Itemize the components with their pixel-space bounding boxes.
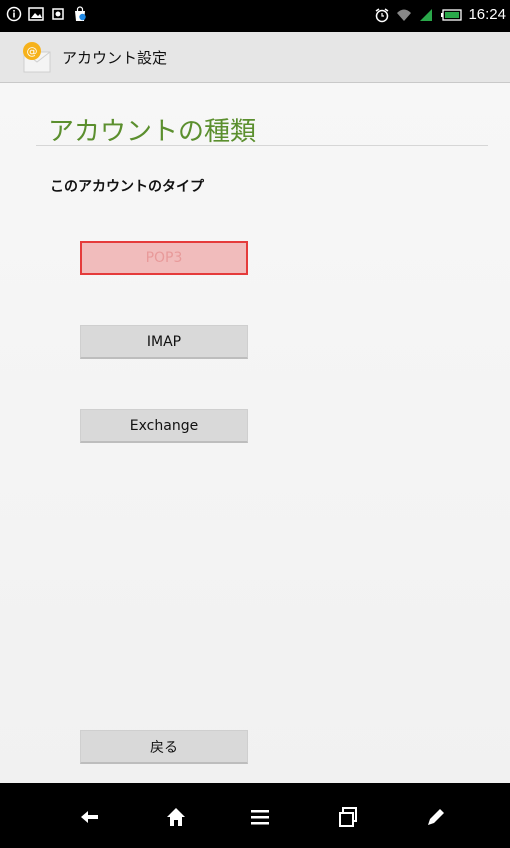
status-time: 16:24 [468, 6, 506, 23]
email-icon: @ [23, 42, 51, 73]
battery-icon [441, 8, 463, 21]
image-icon [28, 7, 44, 21]
page-subtitle: このアカウントのタイプ [50, 179, 204, 195]
pop3-button[interactable]: POP3 [80, 241, 248, 275]
alarm-icon [376, 7, 389, 22]
signal-icon [420, 8, 433, 21]
status-left-icons [6, 6, 88, 22]
action-bar: @ アカウント設定 [0, 32, 510, 83]
main-content: アカウントの種類 このアカウントのタイプ POP3 IMAP Exchange … [0, 83, 510, 783]
status-bar: 16:24 [0, 0, 510, 32]
back-icon[interactable] [78, 805, 102, 829]
title-divider [36, 145, 488, 146]
status-right-icons: 16:24 [374, 6, 506, 23]
back-button[interactable]: 戻る [80, 730, 248, 764]
record-icon [52, 8, 64, 20]
navigation-bar [0, 783, 510, 848]
imap-button[interactable]: IMAP [80, 325, 248, 359]
info-icon [6, 6, 22, 22]
page-title: アカウントの種類 [48, 117, 257, 147]
action-bar-title: アカウント設定 [62, 48, 168, 67]
exchange-button[interactable]: Exchange [80, 409, 248, 443]
wifi-icon [397, 9, 412, 21]
svg-text:@: @ [27, 45, 38, 58]
menu-icon[interactable] [248, 805, 272, 829]
recent-apps-icon[interactable] [336, 805, 360, 829]
home-icon[interactable] [164, 805, 188, 829]
pen-icon[interactable] [424, 805, 448, 829]
store-icon [75, 6, 86, 21]
